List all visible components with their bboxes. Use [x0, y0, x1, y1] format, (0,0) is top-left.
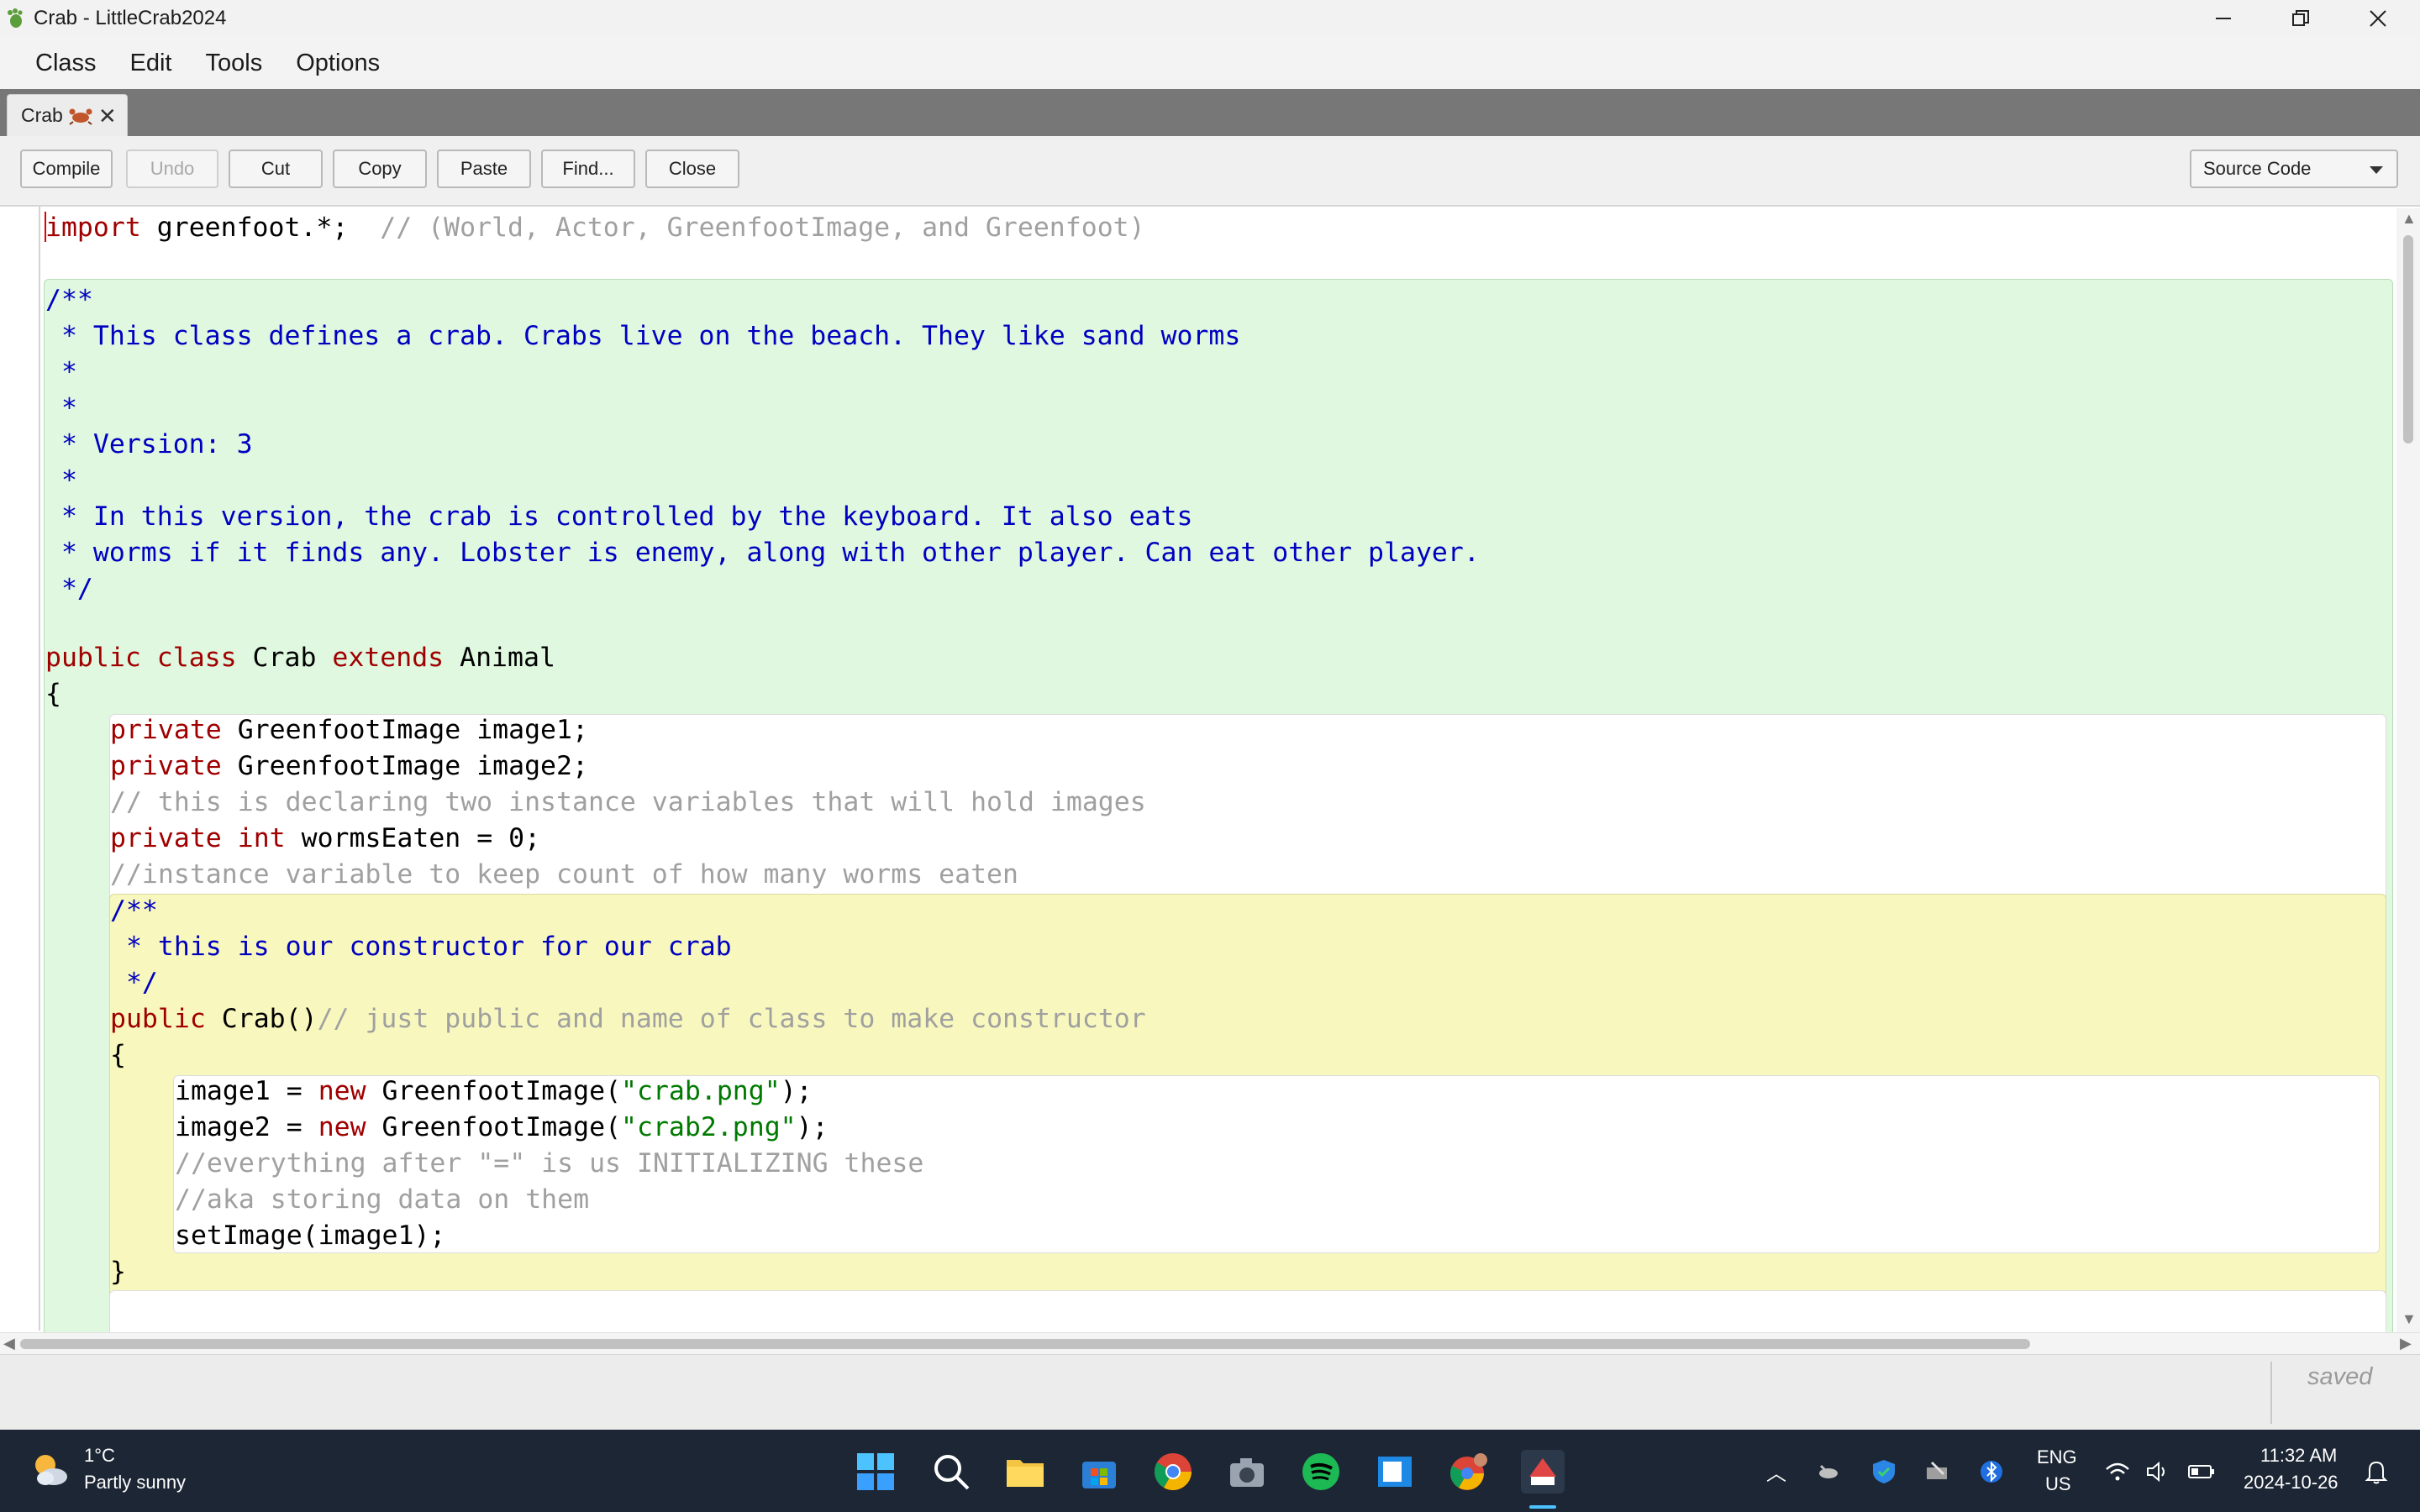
language-code[interactable]: ENG: [2037, 1446, 2077, 1468]
code-line: image2 = new GreenfootImage("crab2.png")…: [175, 1112, 829, 1142]
chrome-icon[interactable]: [1151, 1450, 1195, 1494]
restore-icon[interactable]: [2262, 0, 2339, 37]
weather-icon[interactable]: [29, 1448, 72, 1492]
scroll-left-icon[interactable]: ◀: [3, 1335, 15, 1352]
editor-toolbar: Compile Undo Cut Copy Paste Find... Clos…: [0, 136, 2420, 207]
code-line: // this is declaring two instance variab…: [110, 787, 1146, 817]
paste-button[interactable]: Paste: [437, 150, 531, 188]
weather-desc: Partly sunny: [84, 1472, 187, 1493]
code-line: * this is our constructor for our crab: [110, 932, 732, 962]
vertical-scrollbar[interactable]: ▲ ▼: [2396, 208, 2420, 1332]
status-divider: [2270, 1362, 2272, 1424]
code-line: image1 = new GreenfootImage("crab.png");: [175, 1076, 813, 1106]
code-line: //everything after "=" is us INITIALIZIN…: [175, 1148, 924, 1179]
chrome-profile-icon[interactable]: [1447, 1450, 1491, 1494]
undo-button[interactable]: Undo: [126, 150, 218, 188]
file-explorer-icon[interactable]: [1003, 1450, 1047, 1494]
next-method-scope: [109, 1290, 2386, 1336]
menu-options[interactable]: Options: [279, 50, 397, 77]
tray-tool-icon[interactable]: [1921, 1455, 1954, 1488]
code-line: * worms if it finds any. Lobster is enem…: [45, 538, 1480, 568]
code-line: *: [45, 465, 77, 496]
weather-temp: 1°C: [84, 1445, 115, 1466]
battery-icon[interactable]: [2185, 1455, 2218, 1488]
language-region[interactable]: US: [2045, 1473, 2071, 1495]
code-line: /**: [45, 285, 93, 315]
find-button[interactable]: Find...: [541, 150, 635, 188]
code-line: private GreenfootImage image1;: [110, 715, 588, 745]
bluetooth-icon[interactable]: [1975, 1455, 2008, 1488]
crab-icon: [68, 107, 93, 125]
code-line: *: [45, 393, 77, 423]
start-icon[interactable]: [854, 1450, 897, 1494]
code-line: import greenfoot.*; // (World, Actor, Gr…: [45, 213, 1145, 243]
view-mode-label: Source Code: [2203, 158, 2312, 179]
volume-icon[interactable]: [2143, 1455, 2173, 1488]
menu-class[interactable]: Class: [18, 50, 113, 77]
code-editor[interactable]: import greenfoot.*; // (World, Actor, Gr…: [0, 207, 2420, 1336]
close-button[interactable]: Close: [645, 150, 739, 188]
vertical-scroll-thumb[interactable]: [2403, 235, 2413, 444]
code-line: */: [45, 574, 93, 604]
code-line: *: [45, 357, 77, 387]
code-line: private int wormsEaten = 0;: [110, 823, 541, 853]
code-line: * In this version, the crab is controlle…: [45, 501, 1193, 532]
app-window-icon[interactable]: [1373, 1450, 1417, 1494]
compile-button[interactable]: Compile: [20, 150, 113, 188]
horizontal-scrollbar[interactable]: ◀ ▶: [0, 1332, 2420, 1354]
menu-tools[interactable]: Tools: [189, 50, 280, 77]
security-shield-icon[interactable]: [1867, 1455, 1901, 1488]
code-line: {: [110, 1040, 126, 1070]
code-line: * Version: 3: [45, 429, 253, 459]
menu-bar: Class Edit Tools Options: [0, 37, 2420, 89]
greenfoot-icon[interactable]: [1521, 1450, 1565, 1494]
camera-icon[interactable]: [1225, 1450, 1269, 1494]
clock-time[interactable]: 11:32 AM: [2260, 1445, 2337, 1467]
chevron-up-icon[interactable]: ︿: [1766, 1457, 1786, 1486]
menu-edit[interactable]: Edit: [113, 50, 189, 77]
scroll-up-icon[interactable]: ▲: [2402, 210, 2417, 228]
search-icon[interactable]: [929, 1450, 973, 1494]
view-mode-select[interactable]: Source Code: [2190, 150, 2398, 188]
code-line: setImage(image1);: [175, 1221, 446, 1251]
cut-button[interactable]: Cut: [229, 150, 323, 188]
wifi-icon[interactable]: [2102, 1455, 2133, 1488]
scroll-down-icon[interactable]: ▼: [2402, 1310, 2417, 1328]
code-line: //aka storing data on them: [175, 1184, 590, 1215]
code-line: }: [110, 1257, 126, 1287]
tab-label: Crab: [21, 104, 63, 126]
tab-crab[interactable]: Crab ✕: [7, 94, 128, 136]
copy-button[interactable]: Copy: [333, 150, 427, 188]
scroll-right-icon[interactable]: ▶: [2400, 1335, 2412, 1352]
title-bar: Crab - LittleCrab2024: [0, 0, 2420, 37]
tab-close-icon[interactable]: ✕: [98, 105, 117, 127]
code-line: {: [45, 679, 61, 709]
minimize-icon[interactable]: [2185, 0, 2262, 37]
tray-app-icon[interactable]: [1812, 1455, 1845, 1488]
chevron-down-icon: [2370, 166, 2383, 174]
code-line: public class Crab extends Animal: [45, 643, 555, 673]
clock-date[interactable]: 2024-10-26: [2244, 1472, 2338, 1494]
tab-strip: Crab ✕: [0, 89, 2420, 136]
save-status: saved: [2307, 1363, 2373, 1390]
code-line: /**: [110, 895, 158, 926]
window-title: Crab - LittleCrab2024: [34, 7, 227, 29]
horizontal-scroll-thumb[interactable]: [20, 1339, 2030, 1349]
microsoft-store-icon[interactable]: [1077, 1450, 1121, 1494]
notification-bell-icon[interactable]: [2360, 1455, 2393, 1488]
code-line: */: [110, 968, 158, 998]
code-line: public Crab()// just public and name of …: [110, 1004, 1146, 1034]
active-app-indicator: [1529, 1505, 1556, 1509]
close-window-icon[interactable]: [2339, 0, 2417, 37]
greenfoot-foot-icon: [3, 6, 29, 31]
status-bar: saved: [0, 1354, 2420, 1430]
line-gutter: [0, 207, 40, 1331]
code-line: * This class defines a crab. Crabs live …: [45, 321, 1241, 351]
code-line: private GreenfootImage image2;: [110, 751, 588, 781]
code-line: //instance variable to keep count of how…: [110, 859, 1018, 890]
spotify-icon[interactable]: [1299, 1450, 1343, 1494]
taskbar: 1°C Partly sunny ︿ ENG US 11:32 AM 2024-…: [0, 1430, 2420, 1512]
